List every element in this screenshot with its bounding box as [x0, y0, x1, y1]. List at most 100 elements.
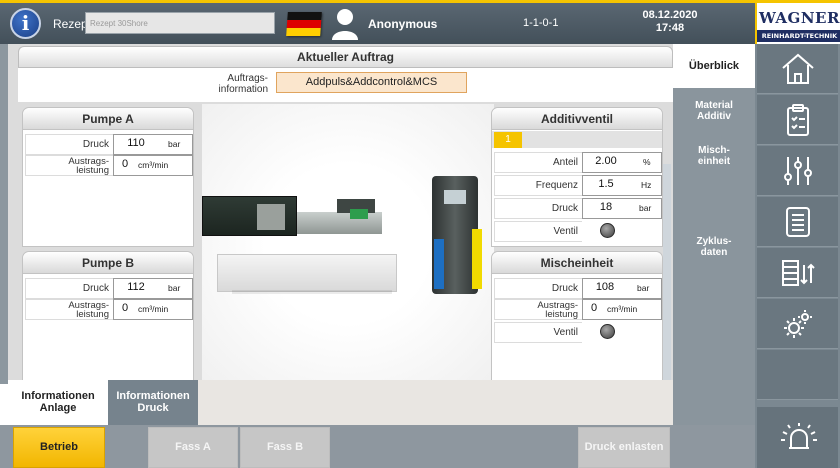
yellow-container	[472, 229, 482, 289]
bottom-button-bar: Betrieb Fass A Fass B Druck enlasten	[0, 425, 755, 468]
misch-austrag-label: Austrags- leistung	[494, 299, 582, 320]
dosing-display	[444, 190, 466, 204]
order-label-line2: information	[218, 84, 268, 95]
misch-ventil-row: Ventil	[494, 322, 662, 343]
time-text: 17:48	[655, 22, 685, 34]
clipboard-icon	[787, 104, 809, 136]
pumpe-a-druck-unit: bar	[168, 139, 181, 149]
nav-material-additiv[interactable]: Material Additiv	[673, 100, 755, 122]
date-time: 08.12.2020 17:48	[640, 9, 700, 35]
pumpe-b-austrag-unit: cm³/min	[138, 304, 169, 314]
list-transfer-icon	[782, 260, 815, 286]
mischeinheit-panel: Mischeinheit Druck 108 bar Austrags- lei…	[491, 251, 663, 384]
nav-material-line2: Additiv	[697, 111, 731, 122]
logo-sub-text: REINHARDT-TECHNIK	[757, 30, 840, 42]
misch-druck-unit: bar	[637, 283, 650, 293]
machine-shadow	[232, 290, 392, 294]
tools-button[interactable]	[757, 146, 838, 196]
pumpe-a-panel: Pumpe A Druck 110 bar Austrags- leistung…	[22, 107, 194, 247]
pumpe-a-austrag-label-line2: leistung	[76, 165, 109, 176]
pumpe-b-druck-field[interactable]: 112 bar	[113, 278, 193, 299]
pumpe-b-austrag-field[interactable]: 0 cm³/min	[113, 299, 193, 320]
anteil-label: Anteil	[494, 152, 582, 173]
anteil-unit: %	[643, 157, 651, 167]
pumpe-b-austrag-label-line2: leistung	[76, 309, 109, 320]
nav-zyklus-line1: Zyklus-	[696, 236, 732, 247]
app-window: i Rezept Rezept 30Shore Anonymous 1-1-0-…	[0, 0, 840, 468]
betrieb-button[interactable]: Betrieb	[13, 427, 105, 468]
order-info-field[interactable]: Addpuls&Addcontrol&MCS	[276, 72, 467, 93]
machine-body	[297, 212, 382, 234]
list-icon	[786, 207, 810, 237]
frequenz-label: Frequenz	[494, 175, 582, 196]
home-button[interactable]	[757, 44, 838, 94]
gears-icon	[784, 310, 812, 338]
order-row: Auftrags- information Addpuls&Addcontrol…	[18, 68, 673, 102]
tools-icon	[784, 157, 812, 185]
druck-enlasten-button[interactable]: Druck enlasten	[578, 427, 670, 468]
home-icon	[782, 53, 814, 84]
fass-a-button[interactable]: Fass A	[148, 427, 238, 468]
misch-druck-field[interactable]: 108 bar	[582, 278, 662, 299]
pumpe-b-austrag-label: Austrags- leistung	[25, 299, 113, 320]
frequenz-field[interactable]: 1.5 Hz	[582, 175, 662, 196]
nav-mischeinheit[interactable]: Misch- einheit	[673, 145, 755, 167]
pumpe-a-austrag-row: Austrags- leistung 0 cm³/min	[25, 155, 193, 176]
misch-austrag-value: 0	[590, 302, 598, 314]
additivventil-tab-strip: 1	[492, 131, 662, 148]
anteil-value: 2.00	[595, 155, 617, 167]
german-flag-icon[interactable]	[286, 12, 322, 36]
nav-misch-line1: Misch-	[698, 145, 730, 156]
pumpe-a-druck-field[interactable]: 110 bar	[113, 134, 193, 155]
additiv-ventil-indicator-icon	[600, 223, 615, 238]
alarm-button[interactable]	[757, 407, 838, 468]
info-tabs: Informationen Anlage Informationen Druck	[8, 380, 673, 425]
tab-informationen-druck[interactable]: Informationen Druck	[108, 380, 198, 425]
pumpe-b-austrag-row: Austrags- leistung 0 cm³/min	[25, 299, 193, 320]
user-name: Anonymous	[368, 17, 438, 31]
order-title: Aktueller Auftrag	[18, 46, 673, 68]
info-icon[interactable]: i	[10, 8, 41, 39]
tab-anlage-line1: Informationen	[21, 390, 95, 402]
additiv-druck-field[interactable]: 18 bar	[582, 198, 662, 219]
additiv-druck-label: Druck	[494, 198, 582, 219]
rezept-input[interactable]: Rezept 30Shore	[85, 12, 275, 34]
misch-austrag-field[interactable]: 0 cm³/min	[582, 299, 662, 320]
right-nav: Überblick Material Additiv Misch- einhei…	[673, 44, 755, 425]
misch-austrag-row: Austrags- leistung 0 cm³/min	[494, 299, 662, 320]
misch-austrag-label-line2: leistung	[545, 309, 578, 320]
machine-mold	[257, 204, 285, 230]
top-bar: i Rezept Rezept 30Shore Anonymous 1-1-0-…	[0, 0, 755, 44]
additivventil-tab-1[interactable]: 1	[494, 132, 522, 148]
frequenz-row: Frequenz 1.5 Hz	[494, 175, 662, 196]
frequenz-value: 1.5	[598, 178, 614, 190]
nav-zyklus-line2: daten	[700, 247, 728, 258]
additiv-druck-value: 18	[599, 201, 613, 213]
pumpe-a-austrag-unit: cm³/min	[138, 160, 169, 170]
nav-ueberblick[interactable]: Überblick	[673, 44, 755, 88]
fass-b-button[interactable]: Fass B	[240, 427, 330, 468]
machine-image	[202, 104, 494, 384]
pumpe-a-austrag-label: Austrags- leistung	[25, 155, 113, 176]
pumpe-a-austrag-field[interactable]: 0 cm³/min	[113, 155, 193, 176]
user-icon[interactable]	[331, 8, 359, 40]
anteil-field[interactable]: 2.00 %	[582, 152, 662, 173]
pumpe-b-druck-value: 112	[127, 281, 145, 293]
tab-druck-line1: Informationen	[116, 390, 190, 402]
additiv-druck-row: Druck 18 bar	[494, 198, 662, 219]
nav-zyklusdaten[interactable]: Zyklus- daten	[673, 236, 755, 258]
clipboard-button[interactable]	[757, 95, 838, 145]
icon-column	[755, 44, 840, 468]
wagner-logo: WAGNER REINHARDT-TECHNIK	[755, 0, 840, 44]
list-button[interactable]	[757, 197, 838, 247]
misch-ventil-indicator-icon	[600, 324, 615, 339]
pumpe-b-druck-row: Druck 112 bar	[25, 278, 193, 299]
tab-informationen-anlage[interactable]: Informationen Anlage	[8, 380, 108, 425]
pumpe-b-title: Pumpe B	[23, 252, 193, 274]
empty-button-slot	[757, 350, 838, 400]
blue-container	[434, 239, 444, 289]
pumpe-b-austrag-value: 0	[121, 302, 129, 314]
settings-button[interactable]	[757, 299, 838, 349]
transfer-button[interactable]	[757, 248, 838, 298]
nav-misch-line2: einheit	[697, 156, 731, 167]
